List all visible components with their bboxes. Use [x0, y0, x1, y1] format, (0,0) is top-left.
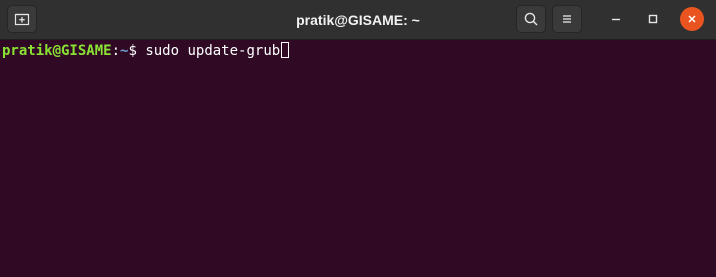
- command-text: sudo update-grub: [145, 43, 281, 59]
- search-button[interactable]: [516, 5, 546, 33]
- close-button[interactable]: [680, 7, 704, 31]
- terminal-window: pratik@GISAME: ~ pratik@GISAME:~$ sudo u…: [0, 0, 716, 277]
- search-icon: [524, 12, 538, 26]
- text-cursor: [281, 42, 290, 58]
- title-bar[interactable]: pratik@GISAME: ~: [0, 0, 716, 40]
- prompt-separator: :: [111, 43, 121, 59]
- prompt-user-host: pratik@GISAME: [2, 43, 112, 59]
- minimize-icon: [612, 18, 620, 21]
- minimize-button[interactable]: [603, 6, 629, 32]
- terminal-content[interactable]: pratik@GISAME:~$ sudo update-grub: [0, 40, 716, 277]
- close-icon: [688, 15, 696, 23]
- menu-button[interactable]: [552, 5, 582, 33]
- scrollbar[interactable]: [706, 40, 716, 277]
- hamburger-menu-icon: [563, 15, 571, 23]
- prompt-symbol: $: [128, 43, 146, 59]
- maximize-icon: [648, 14, 658, 24]
- new-tab-icon: [14, 13, 30, 26]
- new-tab-button[interactable]: [7, 5, 37, 33]
- maximize-button[interactable]: [640, 6, 666, 32]
